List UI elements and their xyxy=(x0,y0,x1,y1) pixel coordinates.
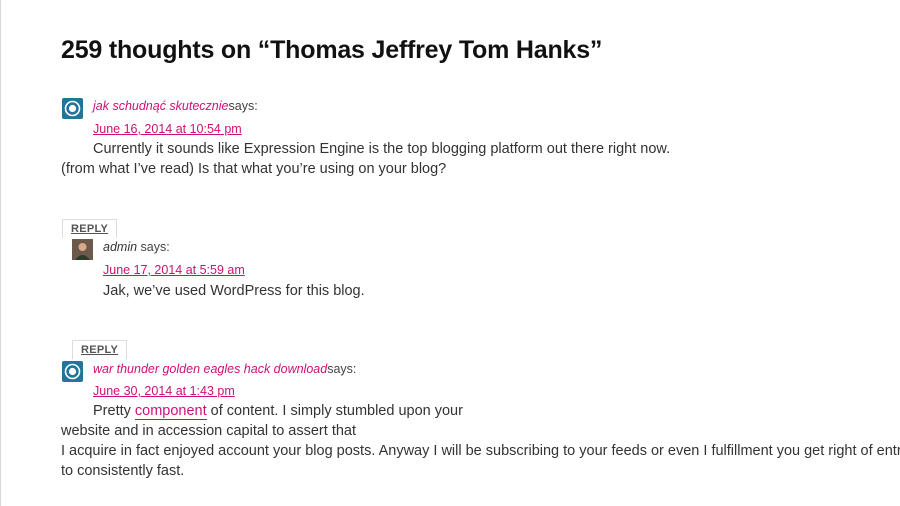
wordpress-icon xyxy=(62,361,83,382)
comment-body: Currently it sounds like Expression Engi… xyxy=(61,139,670,179)
comment-body: Pretty component of content. I simply st… xyxy=(61,401,900,481)
comment-date-link[interactable]: June 16, 2014 at 10:54 pm xyxy=(93,122,242,136)
page-left-border xyxy=(0,0,1,506)
comment-author: war thunder golden eagles hack downloads… xyxy=(93,362,356,376)
comment-author: admin says: xyxy=(103,240,170,254)
comment-date-link[interactable]: June 30, 2014 at 1:43 pm xyxy=(93,384,235,398)
wordpress-icon xyxy=(62,98,83,119)
comment-author-link[interactable]: jak schudnąć skutecznie xyxy=(93,99,229,113)
comment-text-segment: of content. I simply stumbled upon your xyxy=(206,403,463,419)
says-label: says: xyxy=(327,362,357,376)
comment-text-line: I acquire in fact enjoyed account your b… xyxy=(61,443,900,459)
reply-button[interactable]: REPLY xyxy=(72,340,128,359)
comment-text-segment: Pretty xyxy=(93,403,135,419)
says-label: says: xyxy=(228,99,258,113)
says-label: says: xyxy=(140,240,170,254)
comment-date-link[interactable]: June 17, 2014 at 5:59 am xyxy=(103,263,245,277)
comment-text-line: (from what I’ve read) Is that what you’r… xyxy=(61,161,447,177)
comment-body: Jak, we’ve used WordPress for this blog. xyxy=(103,281,365,301)
comment-text-line: to consistently fast. xyxy=(61,463,185,479)
reply-button[interactable]: REPLY xyxy=(62,219,118,238)
comment-text-line: website and in accession capital to asse… xyxy=(61,423,356,439)
comment-text-line: Currently it sounds like Expression Engi… xyxy=(93,141,671,157)
comments-title: 259 thoughts on “Thomas Jeffrey Tom Hank… xyxy=(61,36,603,64)
comment-author-link[interactable]: war thunder golden eagles hack download xyxy=(93,362,327,376)
comment-author: jak schudnąć skuteczniesays: xyxy=(93,99,258,113)
user-photo-icon xyxy=(72,239,93,260)
comment-author-name: admin xyxy=(103,240,138,254)
component-link[interactable]: component xyxy=(134,403,207,420)
comment-text-line: Jak, we’ve used WordPress for this blog. xyxy=(103,283,365,299)
